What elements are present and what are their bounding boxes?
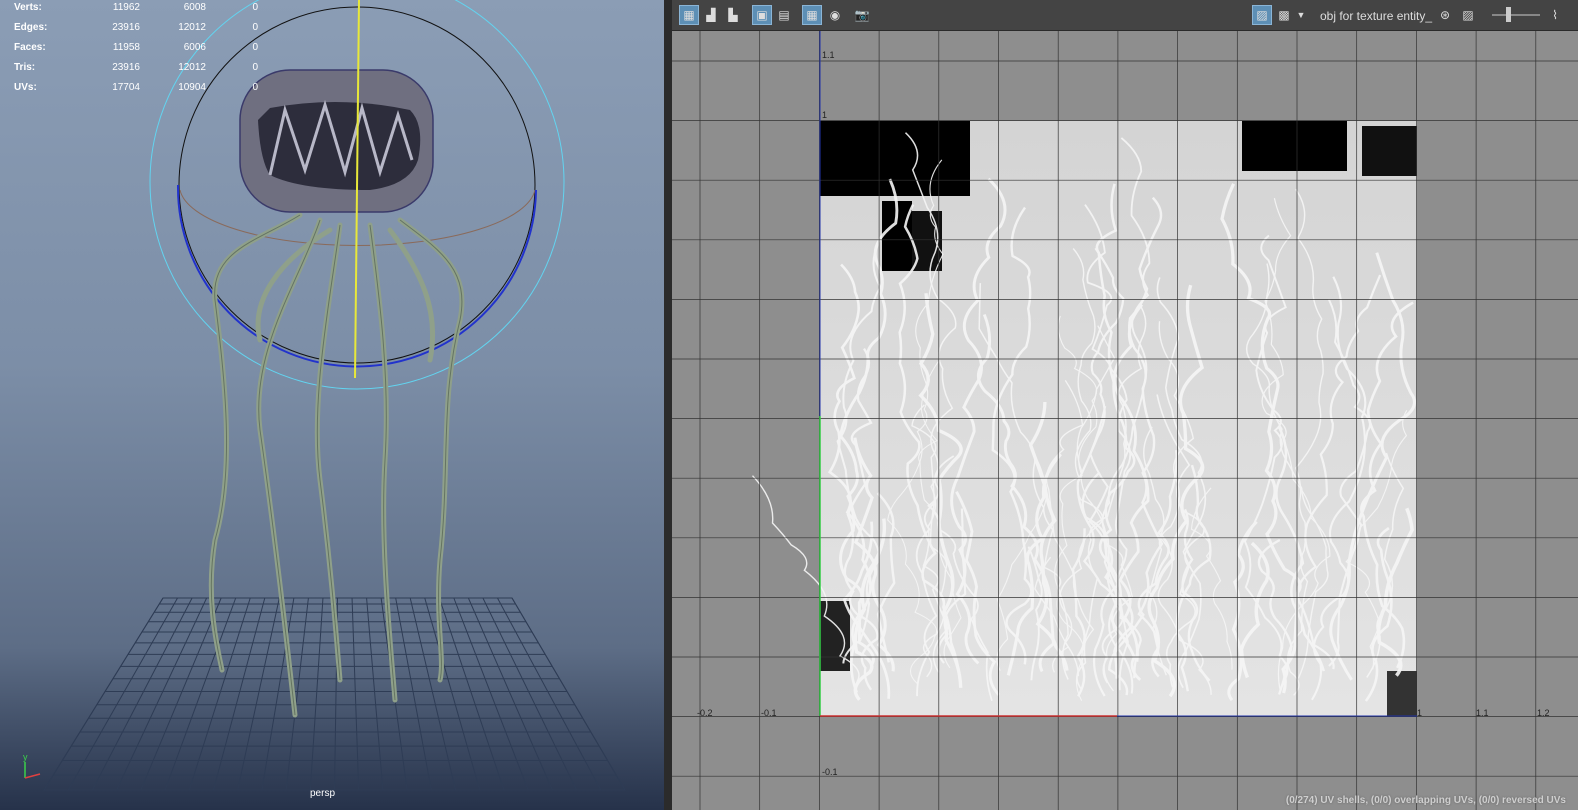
grid-icon[interactable]: ▦ — [802, 5, 822, 25]
hud-row: Verts: 11962 6008 0 — [14, 2, 274, 22]
hud-v3: 0 — [252, 42, 258, 53]
select-mode-icon[interactable]: ▟ — [701, 5, 721, 25]
tick-v-1.1: 1.1 — [822, 50, 835, 60]
slider-icon[interactable]: ⌇ — [1545, 5, 1565, 25]
tick-v-1: 1 — [822, 110, 828, 120]
hud-v1: 11962 — [112, 2, 140, 13]
hud-v3: 0 — [252, 82, 258, 93]
hud-row: UVs: 17704 10904 0 — [14, 82, 274, 102]
texture-name[interactable]: obj for texture entity_ — [1320, 9, 1432, 23]
hud-label: Tris: — [14, 62, 36, 73]
poly-count-hud: Verts: 11962 6008 0 Edges: 23916 12012 0 Faces: 1… — [14, 2, 274, 102]
checker-icon[interactable]: ▩ — [1274, 5, 1294, 25]
hud-v1: 17704 — [112, 82, 140, 93]
hud-label: UVs: — [14, 82, 37, 93]
image-icon[interactable]: ▨ — [1458, 5, 1478, 25]
grid-frame-icon[interactable]: ▤ — [774, 5, 794, 25]
axis-label: y — [23, 752, 28, 762]
hud-row: Edges: 23916 12012 0 — [14, 22, 274, 42]
uv-status-text: (0/274) UV shells, (0/0) overlapping UVs… — [1285, 795, 1566, 806]
tick-u-neg0.1: -0.1 — [761, 708, 777, 718]
uv-grid-canvas[interactable] — [672, 31, 1578, 810]
hud-label: Verts: — [14, 2, 42, 13]
hud-v2: 12012 — [178, 22, 206, 33]
hud-v2: 10904 — [178, 82, 206, 93]
hud-v3: 0 — [252, 62, 258, 73]
tick-u-1.2: 1.2 — [1537, 708, 1550, 718]
hud-v1: 23916 — [112, 22, 140, 33]
select-mode-2-icon[interactable]: ▙ — [723, 5, 743, 25]
exposure-slider[interactable] — [1492, 14, 1540, 16]
hud-v3: 0 — [252, 22, 258, 33]
uv-toggle-icon[interactable]: ⊛ — [1435, 5, 1455, 25]
snapshot-icon[interactable]: 📷 — [852, 5, 872, 25]
hud-v1: 11958 — [112, 42, 140, 53]
hud-row: Tris: 23916 12012 0 — [14, 62, 274, 82]
texture-display-icon[interactable]: ▨ — [1252, 5, 1272, 25]
tick-u-1.1: 1.1 — [1476, 708, 1489, 718]
hud-label: Edges: — [14, 22, 48, 33]
hud-v2: 6006 — [183, 42, 206, 53]
hud-v2: 12012 — [178, 62, 206, 73]
scene-canvas[interactable]: y — [0, 0, 664, 810]
perspective-viewport[interactable]: y Verts: 11962 6008 0 Edges: 23916 12012 0 Faces… — [0, 0, 664, 810]
tick-u-neg0.2: -0.2 — [697, 708, 713, 718]
sphere-icon[interactable]: ◉ — [825, 5, 845, 25]
hud-row: Faces: 11958 6006 0 — [14, 42, 274, 62]
hud-v3: 0 — [252, 2, 258, 13]
tick-u-1: 1 — [1417, 708, 1423, 718]
view-axis-indicator: y — [23, 752, 41, 779]
dropdown-icon[interactable]: ▼ — [1295, 5, 1307, 25]
panel-divider[interactable] — [664, 0, 672, 810]
uv-editor-toolbar: ▦ ▟ ▙ ▣ ▤ ▦ ◉ 📷 ▨ ▩ ▼ ⊛ ▨ ⌇ — [672, 0, 1578, 31]
camera-label: persp — [310, 788, 336, 799]
tick-v-neg0.1: -0.1 — [822, 767, 838, 777]
slider-handle[interactable] — [1506, 7, 1511, 22]
uv-shell-icon[interactable]: ▦ — [679, 5, 699, 25]
uv-editor-view[interactable]: -0.2 -0.1 1 1.1 1.2 1.1 1 -0.1 (0/274) U… — [672, 31, 1578, 810]
hud-v1: 23916 — [112, 62, 140, 73]
frame-icon[interactable]: ▣ — [752, 5, 772, 25]
hud-label: Faces: — [14, 42, 46, 53]
hud-v2: 6008 — [183, 2, 206, 13]
